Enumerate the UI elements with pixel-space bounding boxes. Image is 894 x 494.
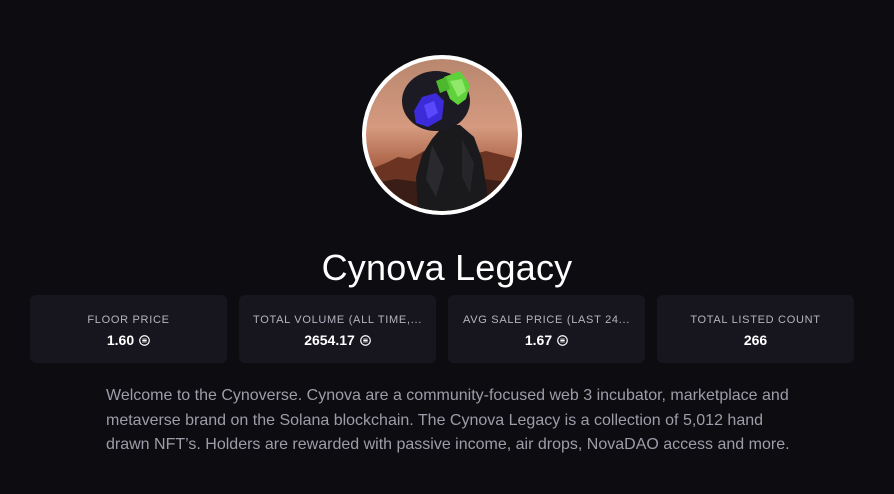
stat-label: TOTAL LISTED COUNT xyxy=(690,314,821,326)
collection-title: Cynova Legacy xyxy=(321,247,573,288)
solana-icon xyxy=(557,335,568,346)
stat-label: TOTAL VOLUME (ALL TIME,... xyxy=(253,314,422,326)
stat-card-total-volume: TOTAL VOLUME (ALL TIME,... 2654.17 xyxy=(239,295,436,363)
stat-card-total-listed: TOTAL LISTED COUNT 266 xyxy=(657,295,854,363)
stat-card-avg-sale-price: AVG SALE PRICE (LAST 24... 1.67 xyxy=(448,295,645,363)
stat-value-text: 266 xyxy=(743,332,768,348)
collection-avatar xyxy=(362,55,522,215)
solana-icon xyxy=(139,335,150,346)
stat-value: 1.67 xyxy=(525,331,568,349)
collection-description: Welcome to the Cynoverse. Cynova are a c… xyxy=(106,387,790,453)
collection-page: Cynova Legacy FLOOR PRICE 1.60 TOTAL VOL… xyxy=(0,0,894,494)
stat-value: 1.60 xyxy=(107,331,150,349)
solana-icon xyxy=(359,335,371,346)
stat-value: 266 xyxy=(744,331,767,349)
stat-value: 2654.17 xyxy=(304,331,371,349)
cynova-avatar-image xyxy=(366,59,518,211)
stat-label: AVG SALE PRICE (LAST 24... xyxy=(463,314,630,326)
stat-value-text: 2654.17 xyxy=(304,332,355,348)
stat-value-text: 1.67 xyxy=(524,332,553,348)
stat-value-text: 1.60 xyxy=(106,332,135,348)
stat-label: FLOOR PRICE xyxy=(87,314,170,326)
stat-card-floor-price: FLOOR PRICE 1.60 xyxy=(30,295,227,363)
